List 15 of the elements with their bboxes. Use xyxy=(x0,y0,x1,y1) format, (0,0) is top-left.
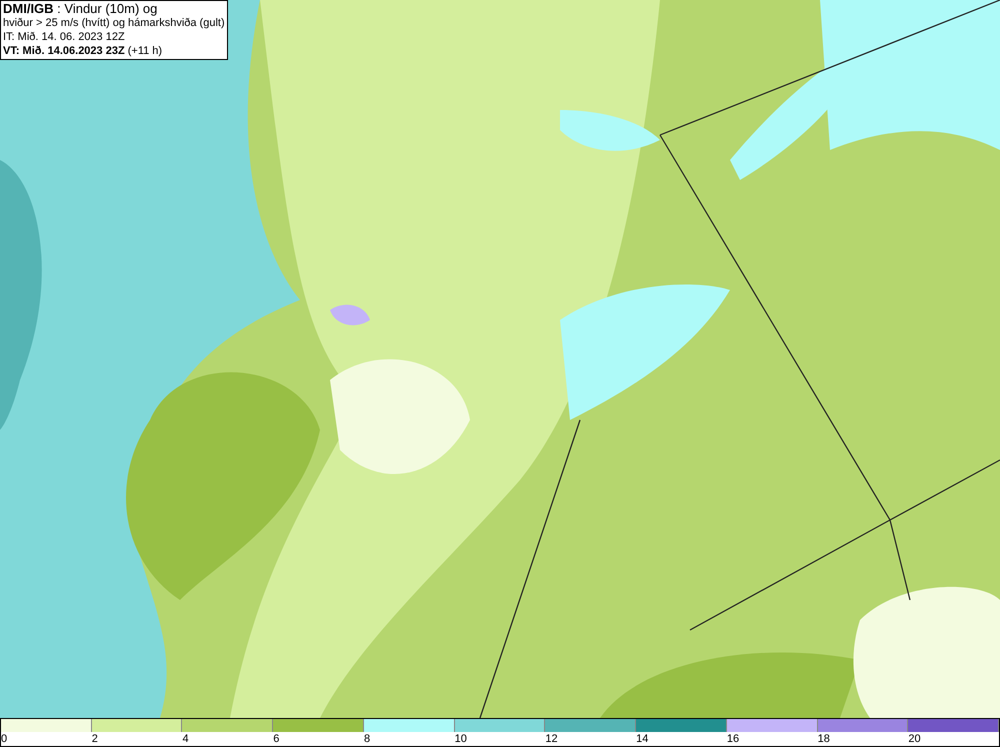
legend-label: 20 xyxy=(908,733,921,745)
legend-label: 6 xyxy=(273,733,280,745)
legend-label: 12 xyxy=(545,733,558,745)
info-line: DMI/IGB : Vindur (10m) og xyxy=(3,2,158,16)
legend-label: 0 xyxy=(1,733,8,745)
info-line: IT: Mið. 14. 06. 2023 12Z xyxy=(3,30,126,44)
legend-label: 4 xyxy=(182,733,189,745)
legend-label: 14 xyxy=(636,733,648,745)
legend-label: 8 xyxy=(364,733,370,745)
legend-label: 2 xyxy=(92,733,98,745)
info-line: VT: Mið. 14.06.2023 23Z (+11 h) xyxy=(3,44,164,58)
info-line: hviður > 25 m/s (hvítt) og hámarkshviða (gult) xyxy=(3,16,225,30)
legend-label: 16 xyxy=(726,733,740,745)
legend-label: 18 xyxy=(818,733,830,745)
legend-label: 10 xyxy=(454,733,467,745)
